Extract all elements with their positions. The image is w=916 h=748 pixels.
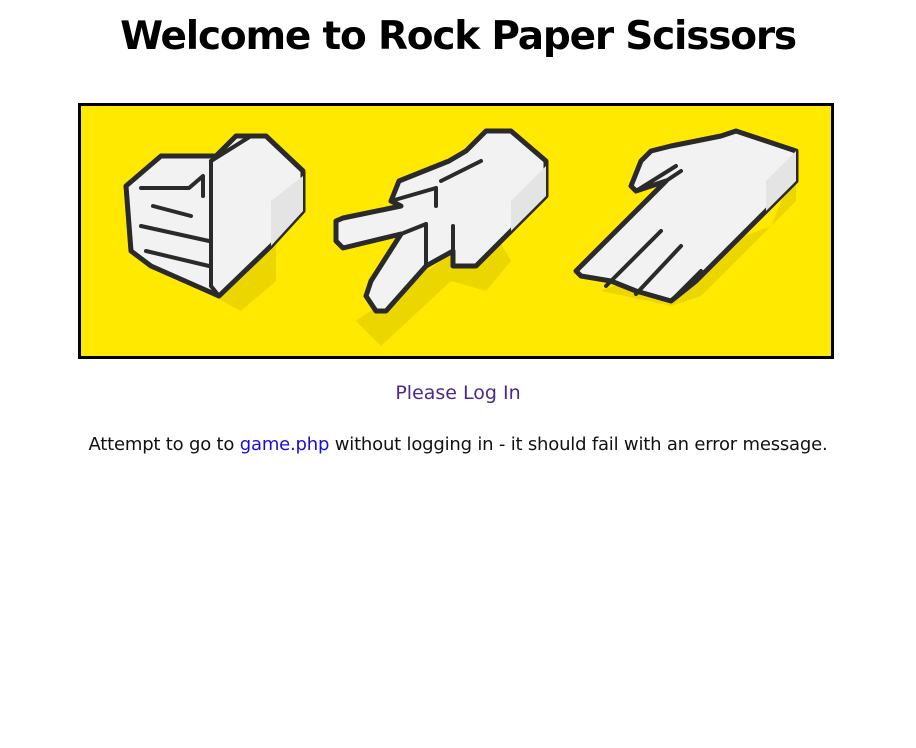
page: Welcome to Rock Paper Scissors Please Lo… <box>0 0 916 748</box>
rock-hand-icon <box>123 133 306 311</box>
hands-illustration <box>123 128 799 346</box>
login-link-label: Please Log In <box>395 382 521 404</box>
instructions-text: Attempt to go to game.php without loggin… <box>0 434 916 455</box>
note-after-text: without logging in - it should fail with… <box>329 434 828 455</box>
login-link[interactable]: Please Log In <box>0 382 916 404</box>
paper-hand-icon <box>573 128 799 306</box>
page-title: Welcome to Rock Paper Scissors <box>120 14 797 59</box>
note-before-text: Attempt to go to <box>88 434 240 455</box>
scissors-hand-icon <box>333 128 549 346</box>
game-php-link[interactable]: game.php <box>240 434 330 455</box>
rock-paper-scissors-banner <box>78 103 834 359</box>
